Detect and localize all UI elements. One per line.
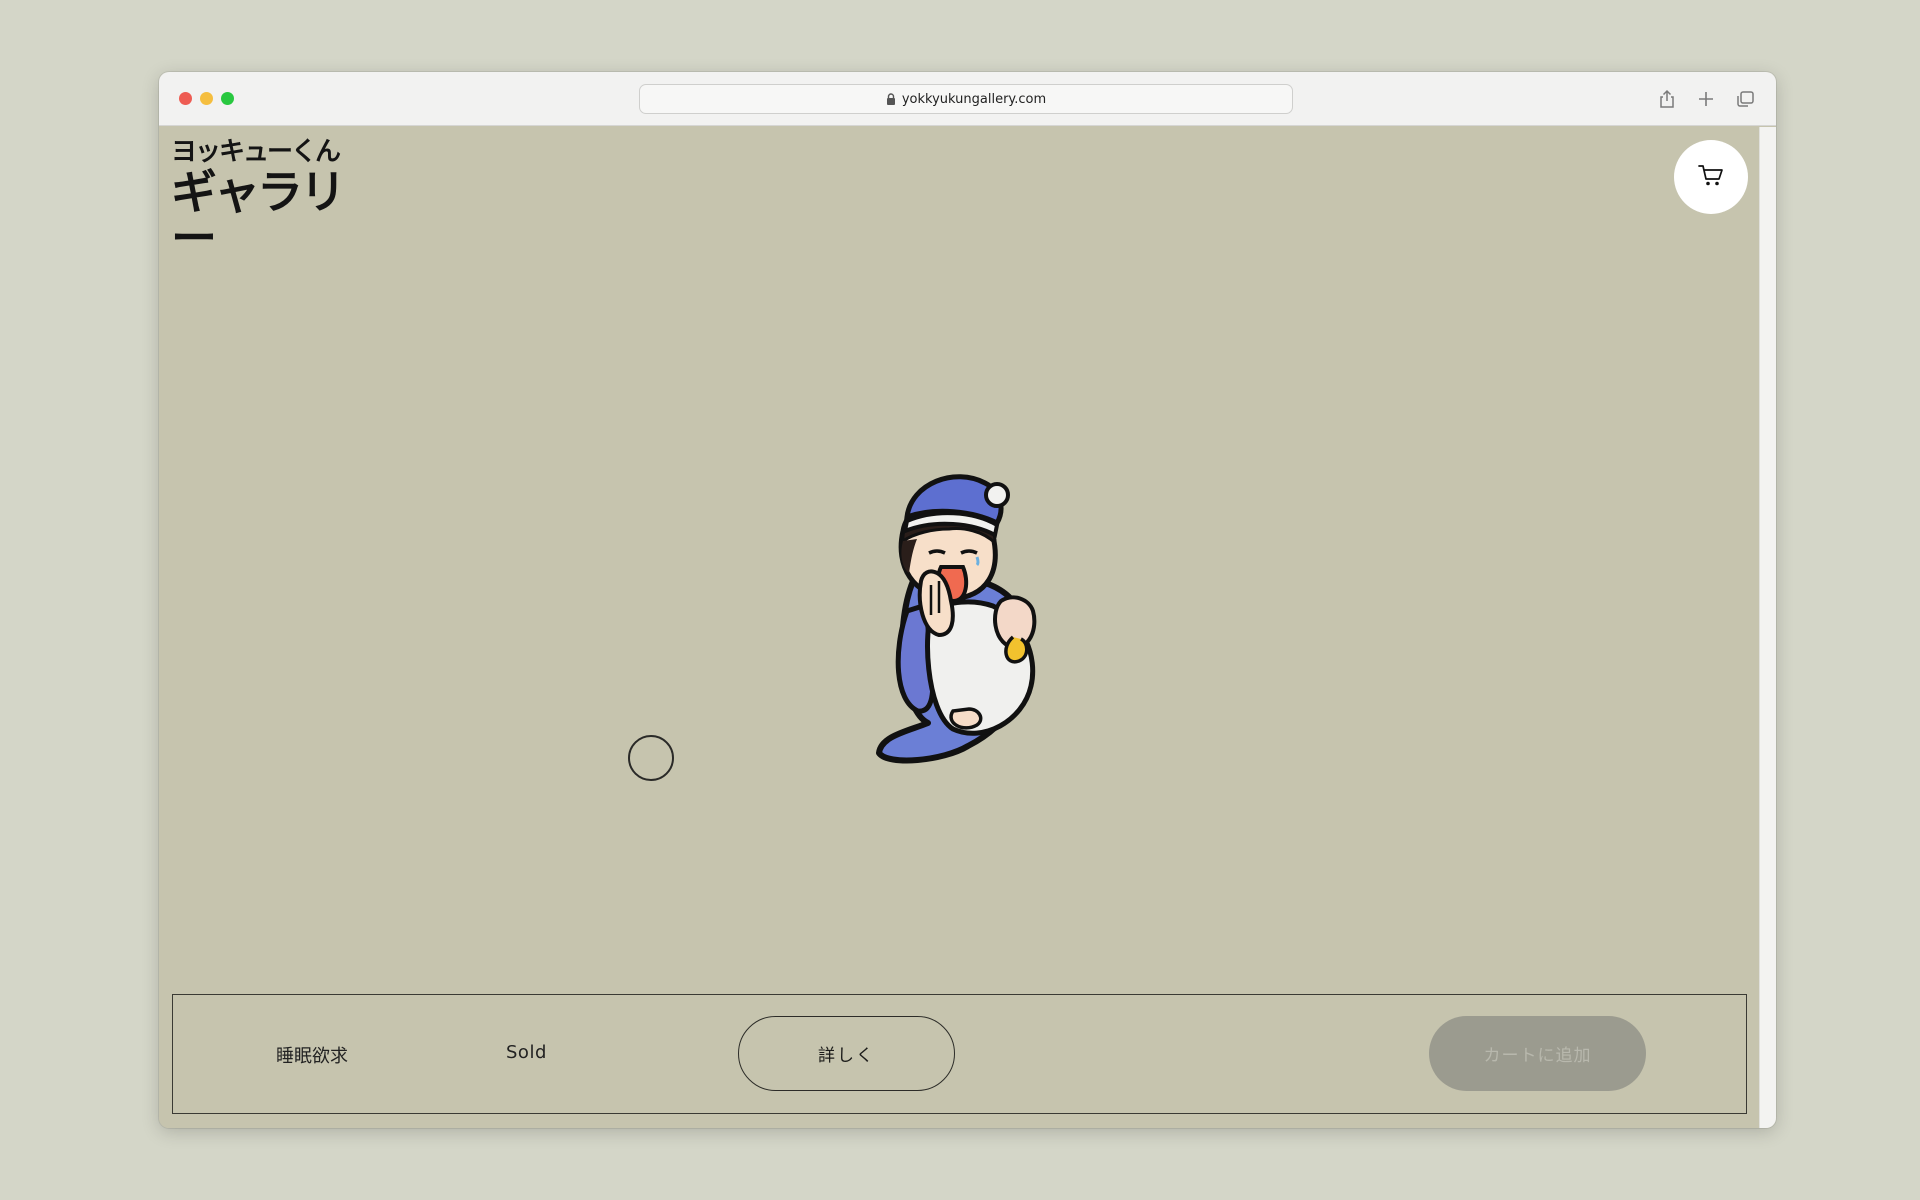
logo-text-top: ヨッキューくん: [171, 137, 341, 167]
page-content: ヨッキューくん ギャラリー 睡眠欲求 Sold 詳しく カートに追加: [159, 127, 1759, 1128]
share-icon[interactable]: [1656, 88, 1678, 110]
cart-button[interactable]: [1674, 140, 1748, 214]
details-button[interactable]: 詳しく: [738, 1016, 955, 1091]
site-logo[interactable]: ヨッキューくん ギャラリー: [171, 137, 367, 261]
close-window-button[interactable]: [179, 92, 192, 105]
product-name: 睡眠欲求: [276, 1046, 348, 1067]
scrollbar[interactable]: [1759, 127, 1776, 1128]
browser-window: yokkyukungallery.com ヨッキューくん ギャラリー 睡眠欲求 …: [159, 72, 1776, 1128]
add-to-cart-button[interactable]: カートに追加: [1429, 1016, 1646, 1091]
cursor-ring: [628, 735, 674, 781]
minimize-window-button[interactable]: [200, 92, 213, 105]
new-tab-icon[interactable]: [1695, 88, 1717, 110]
status-label: Sold: [506, 1042, 547, 1063]
logo-text-bottom: ギャラリー: [171, 165, 346, 265]
cart-icon: [1697, 162, 1725, 192]
product-bar: 睡眠欲求 Sold 詳しく カートに追加: [172, 994, 1747, 1114]
product-illustration[interactable]: [873, 461, 1063, 781]
tab-overview-icon[interactable]: [1734, 88, 1756, 110]
address-bar[interactable]: yokkyukungallery.com: [639, 84, 1293, 114]
lock-icon: [886, 93, 896, 105]
url-text: yokkyukungallery.com: [901, 91, 1047, 107]
browser-toolbar: yokkyukungallery.com: [159, 72, 1776, 126]
maximize-window-button[interactable]: [221, 92, 234, 105]
